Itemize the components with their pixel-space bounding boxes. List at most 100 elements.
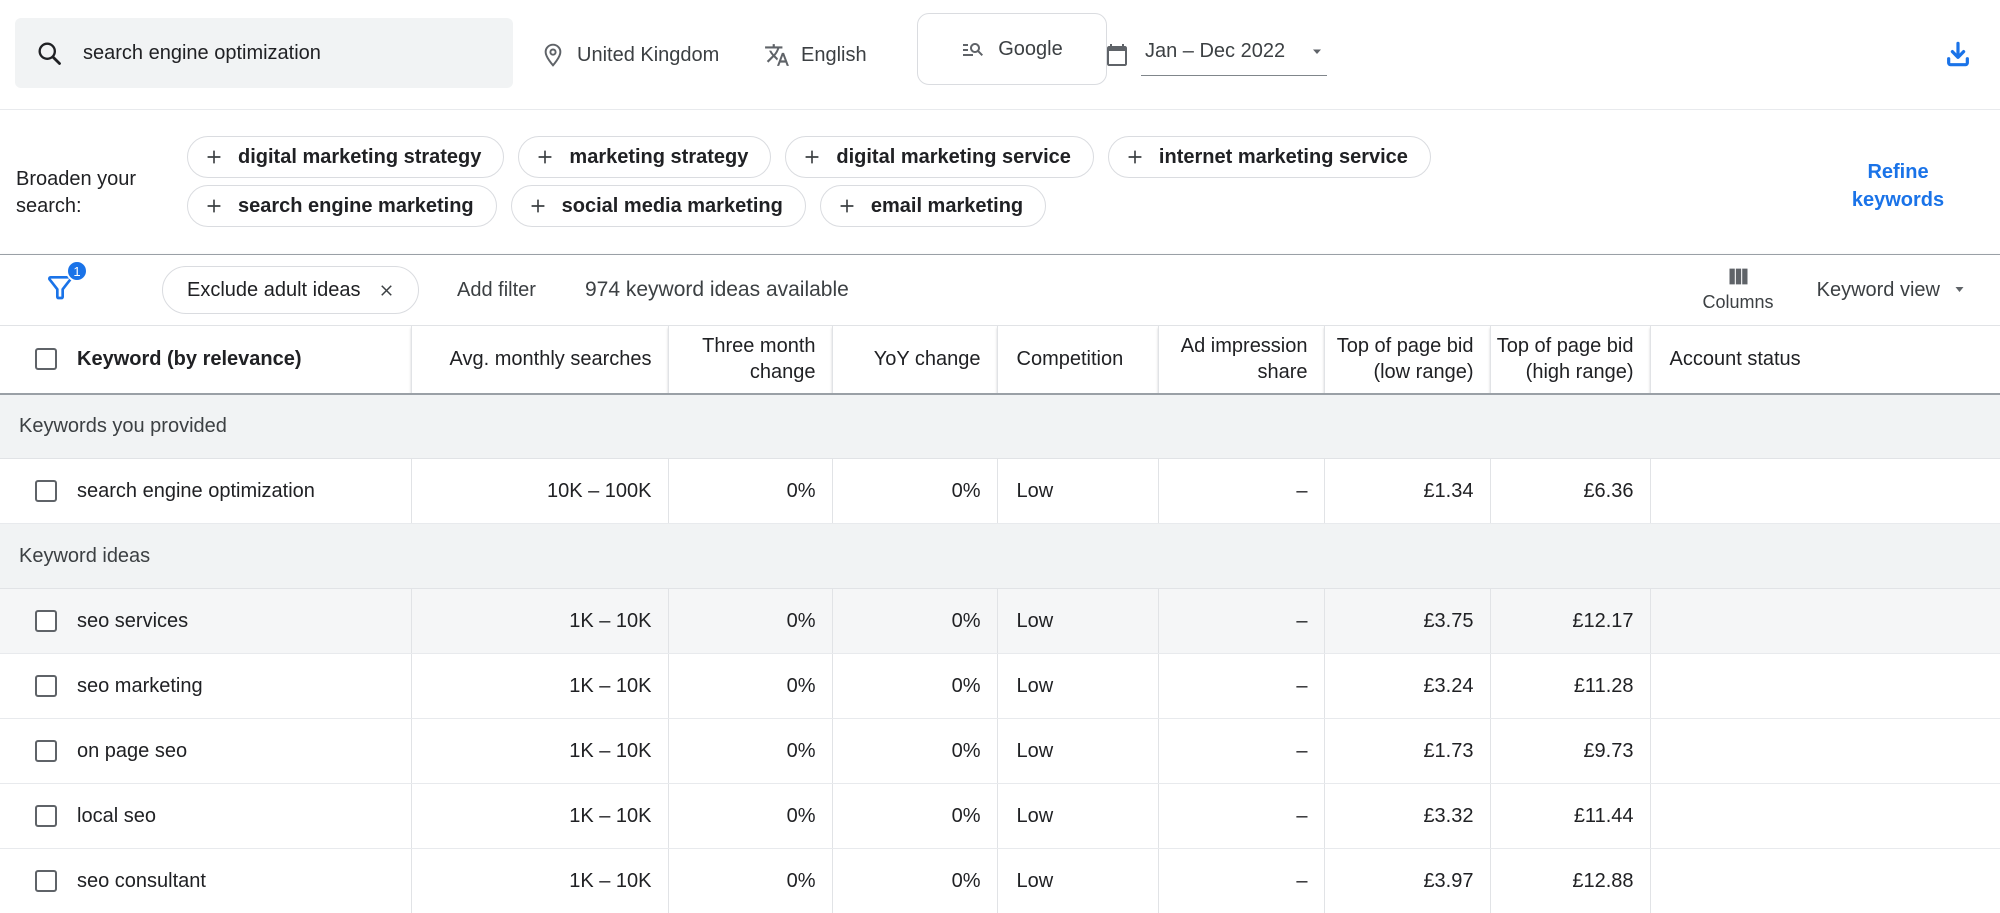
close-icon[interactable] <box>377 281 396 300</box>
keyword-cell: seo services <box>0 589 411 654</box>
download-button[interactable] <box>1942 38 1974 70</box>
keyword-cell: on page seo <box>0 719 411 784</box>
keyword-cell: seo consultant <box>0 849 411 913</box>
ad-impression-share-cell: – <box>1158 589 1324 654</box>
top-bid-low-cell: £1.73 <box>1324 719 1490 784</box>
keyword-text: seo services <box>77 610 188 633</box>
add-filter-button[interactable]: Add filter <box>457 255 536 325</box>
yoy-change-cell: 0% <box>832 849 997 913</box>
table-section-row: Keywords you provided <box>0 394 2000 459</box>
chevron-down-icon <box>1311 47 1323 57</box>
date-range-field[interactable]: Jan – Dec 2022 <box>1141 34 1327 76</box>
filter-toolbar: 1 Exclude adult ideas Add filter 974 key… <box>0 255 2000 325</box>
refine-keywords-link[interactable]: Refine keywords <box>1838 158 1958 214</box>
suggestion-chip[interactable]: digital marketing strategy <box>187 136 504 178</box>
suggestion-chip-label: search engine marketing <box>238 195 474 218</box>
suggestion-chip[interactable]: internet marketing service <box>1108 136 1431 178</box>
ad-impression-share-cell: – <box>1158 849 1324 913</box>
header-top-bid-low[interactable]: Top of page bid (low range) <box>1324 326 1490 394</box>
suggestion-chip[interactable]: social media marketing <box>511 185 806 227</box>
header-avg-monthly-searches[interactable]: Avg. monthly searches <box>411 326 668 394</box>
suggestion-chip[interactable]: search engine marketing <box>187 185 497 227</box>
calendar-icon <box>1105 43 1129 67</box>
table-row: local seo 1K – 10K 0% 0% Low – £3.32 £11… <box>0 784 2000 849</box>
exclude-chip-label: Exclude adult ideas <box>187 279 360 302</box>
keyword-cell: seo marketing <box>0 654 411 719</box>
broaden-search-label: Broaden your search: <box>16 166 166 220</box>
view-selector[interactable]: Keyword view <box>1817 255 1966 325</box>
row-checkbox[interactable] <box>35 870 57 892</box>
header-yoy-change[interactable]: YoY change <box>832 326 997 394</box>
keyword-text: search engine optimization <box>77 480 315 503</box>
table-header-row: Keyword (by relevance) Avg. monthly sear… <box>0 326 2000 394</box>
three-month-change-cell: 0% <box>668 849 832 913</box>
keyword-cell: local seo <box>0 784 411 849</box>
exclude-adult-ideas-chip[interactable]: Exclude adult ideas <box>162 266 419 314</box>
competition-cell: Low <box>997 719 1158 784</box>
search-input[interactable] <box>83 42 493 65</box>
keyword-text: local seo <box>77 805 156 828</box>
top-bid-low-cell: £3.75 <box>1324 589 1490 654</box>
row-checkbox[interactable] <box>35 610 57 632</box>
columns-button[interactable]: Columns <box>1695 263 1781 313</box>
keyword-text: seo consultant <box>77 870 206 893</box>
keyword-table: Keyword (by relevance) Avg. monthly sear… <box>0 325 2000 913</box>
keyword-ideas-count: 974 keyword ideas available <box>585 255 849 325</box>
competition-cell: Low <box>997 459 1158 524</box>
row-checkbox[interactable] <box>35 740 57 762</box>
header-competition[interactable]: Competition <box>997 326 1158 394</box>
keyword-search-box[interactable] <box>15 18 513 88</box>
search-network-icon <box>961 37 985 61</box>
suggestion-chip-label: social media marketing <box>562 195 783 218</box>
section-label: Keyword ideas <box>19 545 150 567</box>
columns-icon <box>1725 263 1752 290</box>
location-label: United Kingdom <box>577 44 719 67</box>
top-bid-high-cell: £12.17 <box>1490 589 1650 654</box>
suggestion-chip[interactable]: email marketing <box>820 185 1046 227</box>
account-status-cell <box>1650 849 2000 913</box>
table-row: seo consultant 1K – 10K 0% 0% Low – £3.9… <box>0 849 2000 913</box>
top-bid-high-cell: £11.28 <box>1490 654 1650 719</box>
date-range-selector[interactable]: Jan – Dec 2022 <box>1105 0 1327 110</box>
keyword-table-body: Keywords you provided search engine opti… <box>0 394 2000 913</box>
table-row: on page seo 1K – 10K 0% 0% Low – £1.73 £… <box>0 719 2000 784</box>
row-checkbox[interactable] <box>35 675 57 697</box>
plus-icon <box>1124 146 1146 168</box>
suggestion-chip-label: digital marketing service <box>836 146 1071 169</box>
language-selector[interactable]: English <box>764 0 867 110</box>
table-row: seo services 1K – 10K 0% 0% Low – £3.75 … <box>0 589 2000 654</box>
network-label: Google <box>998 38 1063 61</box>
row-checkbox[interactable] <box>35 805 57 827</box>
competition-cell: Low <box>997 849 1158 913</box>
avg-monthly-searches-cell: 1K – 10K <box>411 784 668 849</box>
broaden-search-section: Broaden your search: digital marketing s… <box>0 110 2000 255</box>
header-ad-impression-share[interactable]: Ad impression share <box>1158 326 1324 394</box>
broaden-chips: digital marketing strategy marketing str… <box>187 136 1702 227</box>
filter-button[interactable]: 1 <box>44 272 78 312</box>
location-selector[interactable]: United Kingdom <box>540 0 719 110</box>
ad-impression-share-cell: – <box>1158 654 1324 719</box>
header-three-month-change[interactable]: Three month change <box>668 326 832 394</box>
top-bid-low-cell: £3.32 <box>1324 784 1490 849</box>
language-label: English <box>801 44 867 67</box>
network-selector[interactable]: Google <box>917 13 1107 85</box>
plus-icon <box>801 146 823 168</box>
view-selector-label: Keyword view <box>1817 279 1940 302</box>
plus-icon <box>203 195 225 217</box>
suggestion-chip[interactable]: marketing strategy <box>518 136 771 178</box>
row-checkbox[interactable] <box>35 480 57 502</box>
table-section-row: Keyword ideas <box>0 524 2000 589</box>
translate-icon <box>764 42 790 68</box>
ad-impression-share-cell: – <box>1158 719 1324 784</box>
suggestion-chip[interactable]: digital marketing service <box>785 136 1094 178</box>
top-bid-high-cell: £9.73 <box>1490 719 1650 784</box>
top-bid-low-cell: £3.24 <box>1324 654 1490 719</box>
table-row: seo marketing 1K – 10K 0% 0% Low – £3.24… <box>0 654 2000 719</box>
keyword-text: seo marketing <box>77 675 203 698</box>
competition-cell: Low <box>997 654 1158 719</box>
header-top-bid-high[interactable]: Top of page bid (high range) <box>1490 326 1650 394</box>
select-all-checkbox[interactable] <box>35 348 57 370</box>
yoy-change-cell: 0% <box>832 654 997 719</box>
header-account-status[interactable]: Account status <box>1650 326 2000 394</box>
location-pin-icon <box>540 42 566 68</box>
